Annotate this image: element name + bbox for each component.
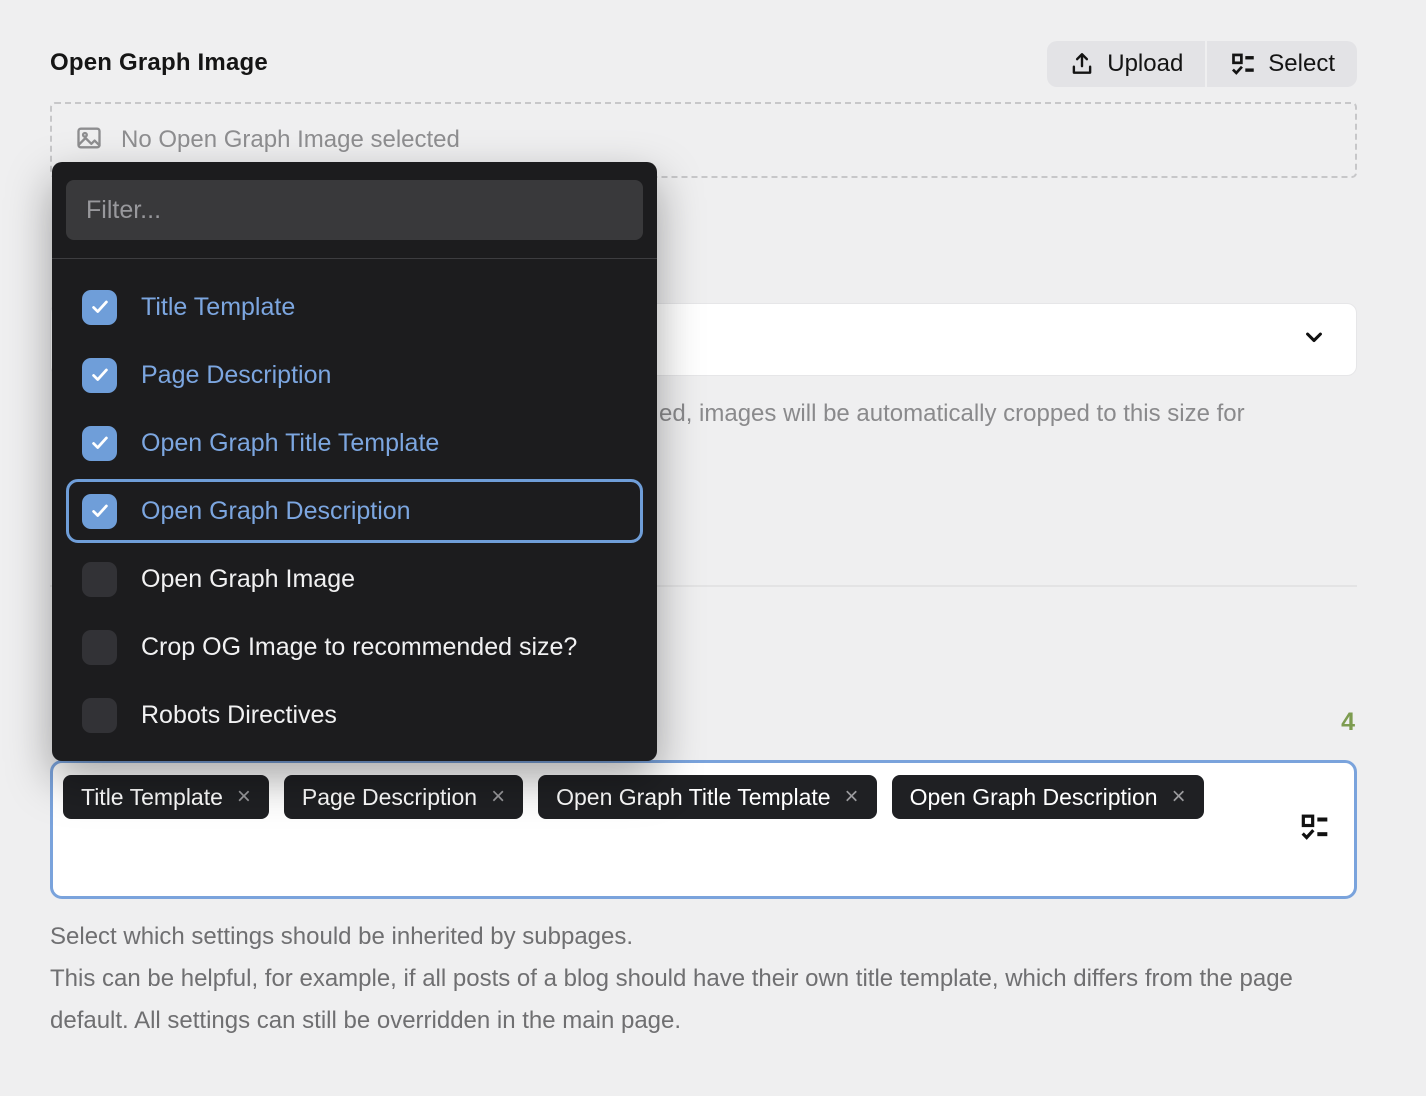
settings-multiselect-dropdown: Title Template Page Description Open Gra… xyxy=(52,162,657,761)
option-label: Robots Directives xyxy=(141,701,337,730)
option-label: Page Description xyxy=(141,361,331,390)
upload-icon xyxy=(1069,51,1095,77)
tag-title-template[interactable]: Title Template × xyxy=(63,775,269,819)
checkbox-unchecked-icon[interactable] xyxy=(82,562,117,597)
tag-og-description[interactable]: Open Graph Description × xyxy=(892,775,1204,819)
checkbox-checked-icon[interactable] xyxy=(82,358,117,393)
tag-label: Title Template xyxy=(81,784,223,811)
option-label: Open Graph Image xyxy=(141,565,355,594)
checkbox-unchecked-icon[interactable] xyxy=(82,698,117,733)
checklist-icon[interactable] xyxy=(1298,811,1330,848)
selected-count-badge: 4 xyxy=(1341,708,1355,737)
remove-tag-icon[interactable]: × xyxy=(491,785,505,809)
filter-input[interactable] xyxy=(66,180,643,240)
option-label: Open Graph Description xyxy=(141,497,411,526)
checklist-icon xyxy=(1229,51,1256,78)
dropdown-options-list: Title Template Page Description Open Gra… xyxy=(52,259,657,747)
option-robots-directives[interactable]: Robots Directives xyxy=(66,683,643,747)
tag-page-description[interactable]: Page Description × xyxy=(284,775,523,819)
checkbox-checked-icon[interactable] xyxy=(82,426,117,461)
upload-button[interactable]: Upload xyxy=(1047,41,1205,87)
option-og-title-template[interactable]: Open Graph Title Template xyxy=(66,411,643,475)
crop-help-text: ed, images will be automatically cropped… xyxy=(659,400,1245,428)
remove-tag-icon[interactable]: × xyxy=(237,785,251,809)
help-line-2: This can be helpful, for example, if all… xyxy=(50,958,1345,1042)
help-line-1: Select which settings should be inherite… xyxy=(50,916,1345,958)
option-og-description[interactable]: Open Graph Description xyxy=(66,479,643,543)
tag-og-title-template[interactable]: Open Graph Title Template × xyxy=(538,775,876,819)
tag-label: Open Graph Title Template xyxy=(556,784,830,811)
image-actions-group: Upload Select xyxy=(1047,41,1357,87)
remove-tag-icon[interactable]: × xyxy=(845,785,859,809)
page-title: Open Graph Image xyxy=(50,49,268,77)
inherit-help-text: Select which settings should be inherite… xyxy=(50,916,1345,1042)
option-crop-og-image[interactable]: Crop OG Image to recommended size? xyxy=(66,615,643,679)
chevron-down-icon xyxy=(1300,323,1328,356)
select-button[interactable]: Select xyxy=(1207,41,1357,87)
upload-button-label: Upload xyxy=(1107,50,1183,78)
checkbox-unchecked-icon[interactable] xyxy=(82,630,117,665)
tag-label: Open Graph Description xyxy=(910,784,1158,811)
option-page-description[interactable]: Page Description xyxy=(66,343,643,407)
option-title-template[interactable]: Title Template xyxy=(66,275,643,339)
remove-tag-icon[interactable]: × xyxy=(1172,785,1186,809)
checkbox-checked-icon[interactable] xyxy=(82,494,117,529)
inherited-settings-input[interactable]: Title Template × Page Description × Open… xyxy=(50,760,1357,899)
tag-label: Page Description xyxy=(302,784,477,811)
option-label: Crop OG Image to recommended size? xyxy=(141,633,577,662)
option-label: Title Template xyxy=(141,293,295,322)
no-image-text: No Open Graph Image selected xyxy=(121,126,460,154)
option-og-image[interactable]: Open Graph Image xyxy=(66,547,643,611)
option-label: Open Graph Title Template xyxy=(141,429,439,458)
image-icon xyxy=(75,124,103,157)
select-button-label: Select xyxy=(1268,50,1335,78)
checkbox-checked-icon[interactable] xyxy=(82,290,117,325)
